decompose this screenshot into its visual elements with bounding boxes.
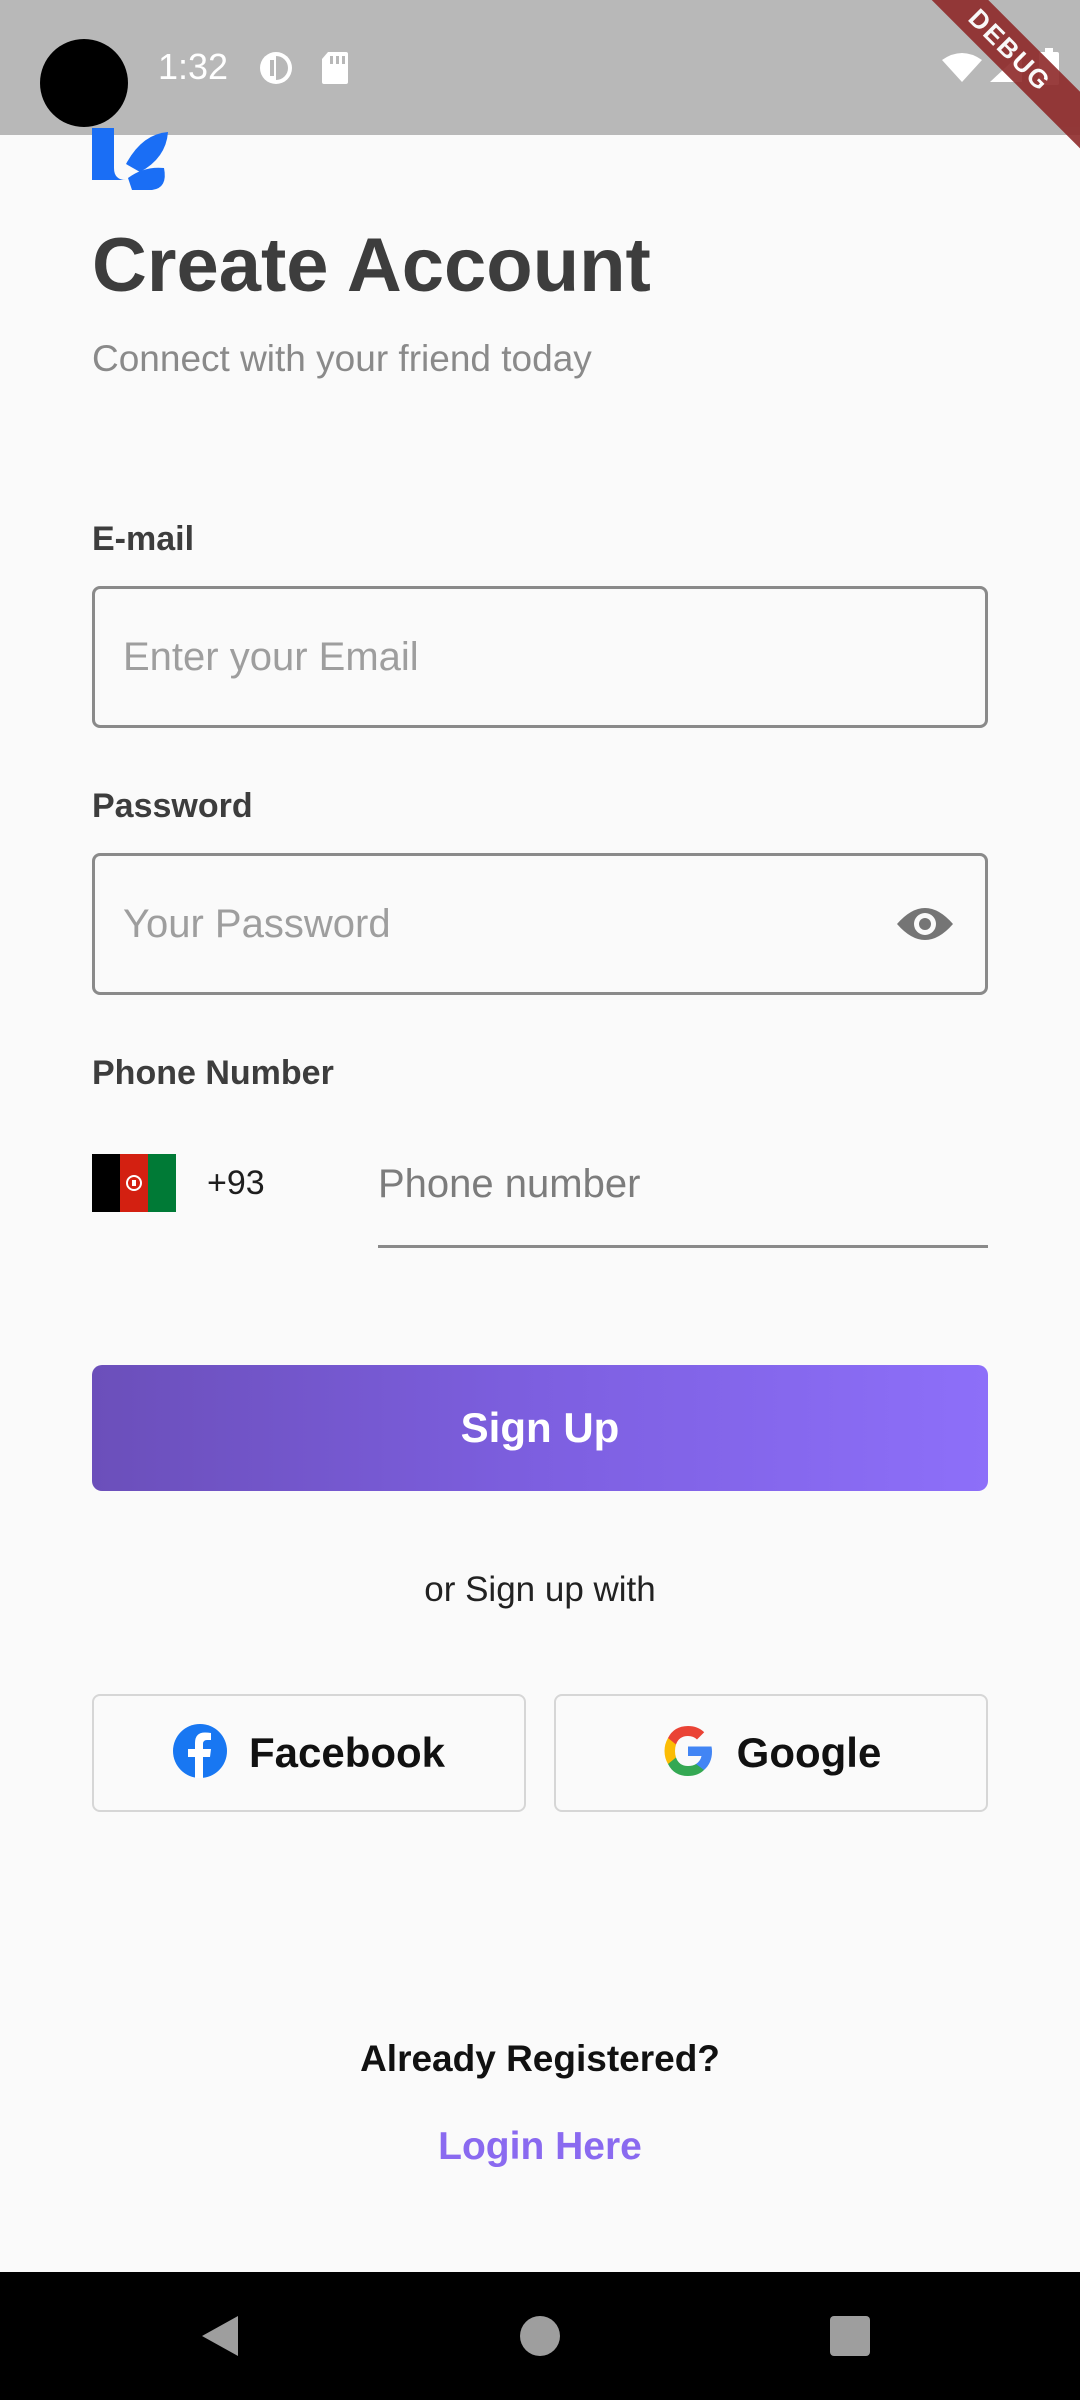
login-here-link[interactable]: Login Here [0, 2125, 1080, 2169]
page-title: Create Account [92, 223, 651, 308]
app-logo-icon [92, 128, 168, 197]
status-bar: 1:32 DEBUG [0, 0, 1080, 157]
facebook-signup-button[interactable]: Facebook [92, 1694, 526, 1812]
password-field[interactable]: Your Password [92, 853, 988, 995]
social-divider-text: or Sign up with [424, 1570, 656, 1609]
navigation-bar [0, 2272, 1080, 2400]
facebook-icon [172, 1723, 227, 1783]
eye-icon[interactable] [895, 902, 955, 951]
google-signup-button[interactable]: Google [554, 1694, 988, 1812]
phone-number-input[interactable]: Phone number [378, 1150, 988, 1248]
wifi-icon [942, 52, 982, 89]
phone-label: Phone Number [92, 1054, 334, 1092]
google-label: Google [736, 1729, 882, 1776]
status-time: 1:32 [158, 46, 229, 87]
sign-up-button[interactable]: Sign Up [92, 1365, 988, 1491]
email-field[interactable]: Enter your Email [92, 586, 988, 728]
recents-icon[interactable] [830, 2316, 870, 2356]
camera-cutout [40, 39, 128, 127]
back-icon[interactable] [200, 2314, 240, 2363]
google-icon [661, 1724, 715, 1783]
email-placeholder: Enter your Email [123, 635, 419, 679]
facebook-label: Facebook [248, 1729, 446, 1776]
sd-card-icon [320, 50, 350, 91]
page-subtitle: Connect with your friend today [92, 338, 592, 379]
afghanistan-flag-icon[interactable] [92, 1154, 176, 1212]
home-icon[interactable] [520, 2316, 560, 2356]
data-saver-icon [258, 50, 294, 91]
already-registered-text: Already Registered? [360, 2038, 720, 2079]
password-label: Password [92, 787, 253, 825]
email-label: E-mail [92, 520, 195, 558]
country-dial-code[interactable]: +93 [207, 1164, 265, 1203]
phone-placeholder: Phone number [378, 1162, 641, 1206]
password-placeholder: Your Password [123, 902, 391, 946]
